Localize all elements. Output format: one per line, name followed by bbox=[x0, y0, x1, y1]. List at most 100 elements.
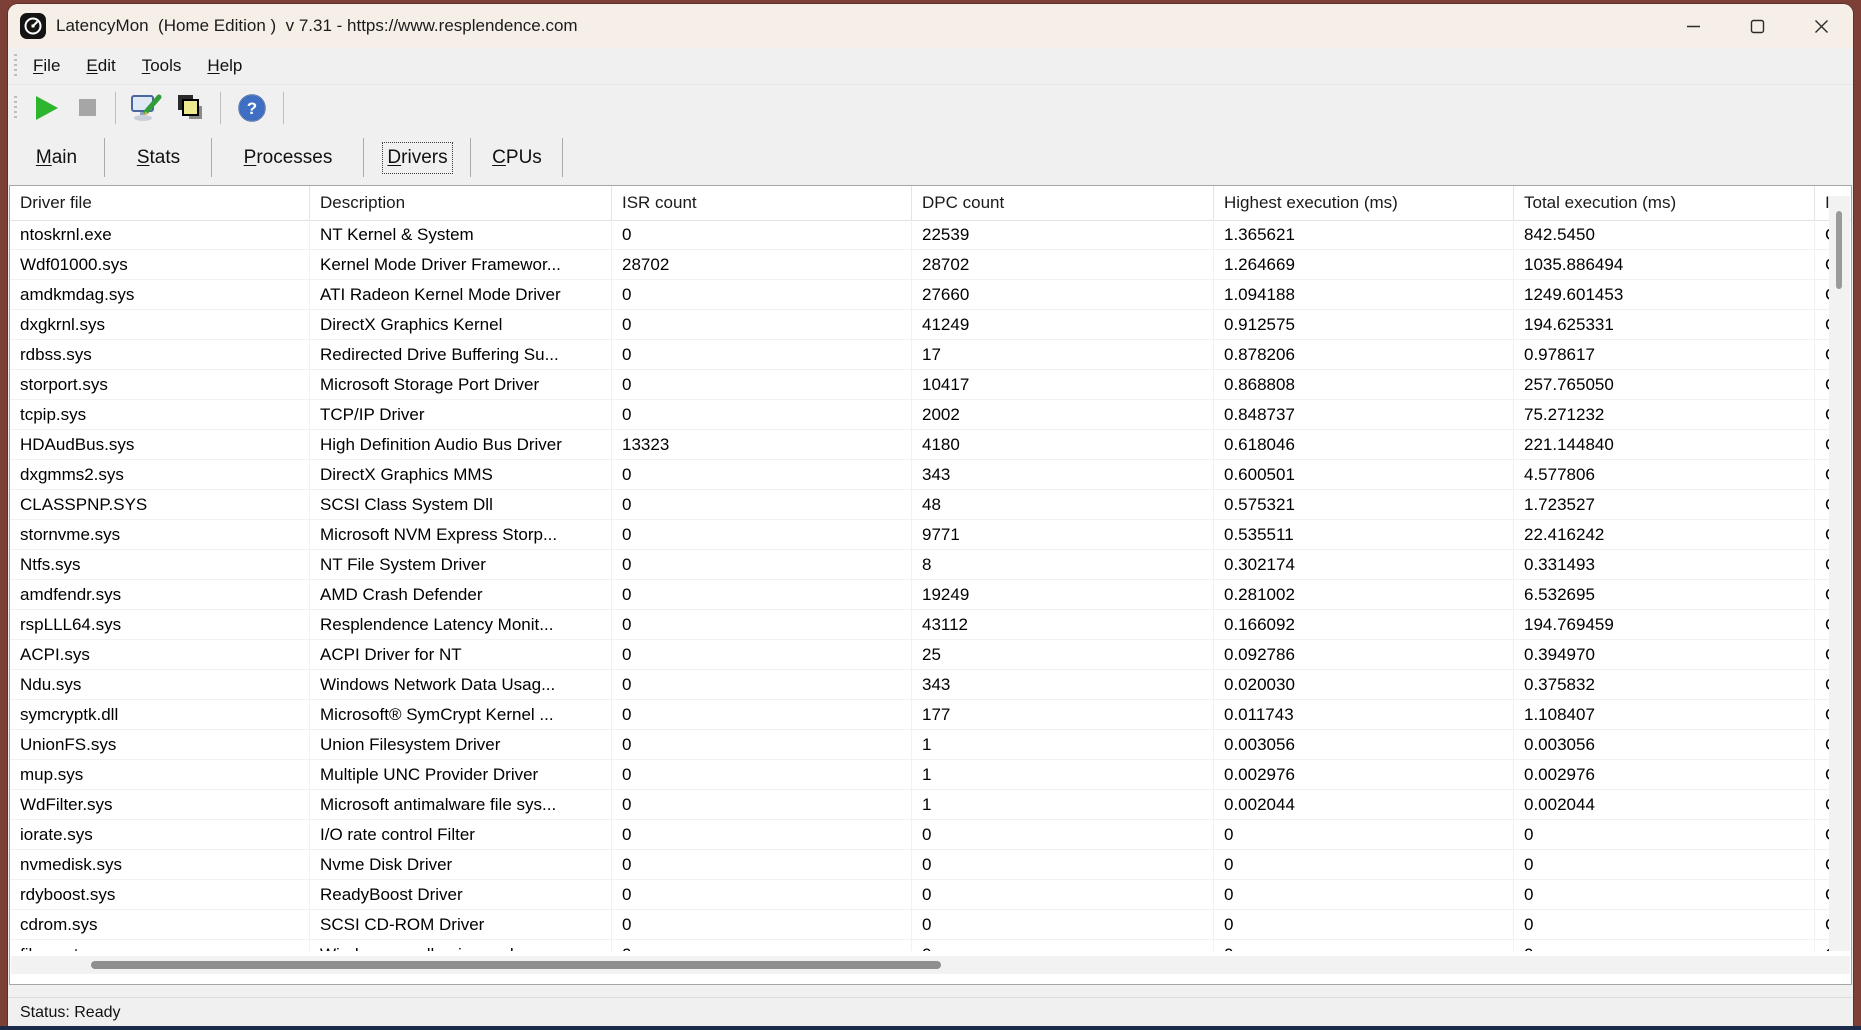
title-bar[interactable]: LatencyMon (Home Edition ) v 7.31 - http… bbox=[8, 4, 1853, 48]
table-row[interactable]: dxgmms2.sysDirectX Graphics MMS03430.600… bbox=[10, 460, 1829, 490]
column-header-dpc-count[interactable]: DPC count bbox=[911, 186, 1213, 220]
table-row[interactable]: filecrypt.sysWindows sandboxing and enc.… bbox=[10, 940, 1829, 951]
cell-driver-file: nvmedisk.sys bbox=[10, 850, 309, 879]
table-row[interactable]: CLASSPNP.SYSSCSI Class System Dll0480.57… bbox=[10, 490, 1829, 520]
cell-clipped-column: C bbox=[1814, 460, 1829, 489]
cell-clipped-column: C bbox=[1814, 730, 1829, 759]
cell-clipped-column: C bbox=[1814, 790, 1829, 819]
cell-clipped-column: C bbox=[1814, 580, 1829, 609]
table-row[interactable]: symcryptk.dllMicrosoft® SymCrypt Kernel … bbox=[10, 700, 1829, 730]
cell-dpc-count: 27660 bbox=[911, 280, 1213, 309]
table-row[interactable]: UnionFS.sysUnion Filesystem Driver010.00… bbox=[10, 730, 1829, 760]
vertical-scrollbar[interactable] bbox=[1829, 196, 1850, 951]
menubar-gripper-handle[interactable] bbox=[14, 54, 17, 78]
menu-item-file[interactable]: File bbox=[23, 56, 70, 76]
menu-item-edit[interactable]: Edit bbox=[76, 56, 125, 76]
table-row[interactable]: Wdf01000.sysKernel Mode Driver Framewor.… bbox=[10, 250, 1829, 280]
cell-highest-execution-ms: 1.094188 bbox=[1213, 280, 1513, 309]
column-header-description[interactable]: Description bbox=[309, 186, 611, 220]
cell-highest-execution-ms: 0 bbox=[1213, 820, 1513, 849]
cell-dpc-count: 0 bbox=[911, 850, 1213, 879]
window-controls bbox=[1661, 4, 1853, 48]
table-row[interactable]: stornvme.sysMicrosoft NVM Express Storp.… bbox=[10, 520, 1829, 550]
tab-label: Drivers bbox=[387, 147, 447, 169]
table-row[interactable]: rspLLL64.sysResplendence Latency Monit..… bbox=[10, 610, 1829, 640]
stop-monitor-button[interactable] bbox=[67, 90, 107, 126]
svg-text:?: ? bbox=[247, 99, 257, 118]
cell-total-execution-ms: 257.765050 bbox=[1513, 370, 1814, 399]
table-row[interactable]: cdrom.sysSCSI CD-ROM Driver0000C bbox=[10, 910, 1829, 940]
table-row[interactable]: nvmedisk.sysNvme Disk Driver0000C bbox=[10, 850, 1829, 880]
cell-driver-file: iorate.sys bbox=[10, 820, 309, 849]
table-row[interactable]: HDAudBus.sysHigh Definition Audio Bus Dr… bbox=[10, 430, 1829, 460]
cell-description: Union Filesystem Driver bbox=[309, 730, 611, 759]
cell-dpc-count: 8 bbox=[911, 550, 1213, 579]
cell-description: I/O rate control Filter bbox=[309, 820, 611, 849]
cell-driver-file: dxgmms2.sys bbox=[10, 460, 309, 489]
table-row[interactable]: WdFilter.sysMicrosoft antimalware file s… bbox=[10, 790, 1829, 820]
column-header-isr-count[interactable]: ISR count bbox=[611, 186, 911, 220]
table-row[interactable]: ntoskrnl.exeNT Kernel & System0225391.36… bbox=[10, 220, 1829, 250]
table-row[interactable]: mup.sysMultiple UNC Provider Driver010.0… bbox=[10, 760, 1829, 790]
horizontal-scrollbar[interactable] bbox=[11, 956, 1850, 974]
cell-isr-count: 0 bbox=[611, 940, 911, 951]
menu-item-help[interactable]: Help bbox=[197, 56, 252, 76]
start-monitor-button[interactable] bbox=[27, 90, 67, 126]
cell-highest-execution-ms: 1.264669 bbox=[1213, 250, 1513, 279]
table-row[interactable]: dxgkrnl.sysDirectX Graphics Kernel041249… bbox=[10, 310, 1829, 340]
table-row[interactable]: tcpip.sysTCP/IP Driver020020.84873775.27… bbox=[10, 400, 1829, 430]
cell-total-execution-ms: 0.978617 bbox=[1513, 340, 1814, 369]
horizontal-scrollbar-thumb[interactable] bbox=[91, 961, 941, 969]
cell-dpc-count: 0 bbox=[911, 940, 1213, 951]
tab-main[interactable]: Main bbox=[8, 130, 105, 185]
toolbar-gripper-handle[interactable] bbox=[14, 96, 17, 120]
cell-description: High Definition Audio Bus Driver bbox=[309, 430, 611, 459]
tab-stats[interactable]: Stats bbox=[105, 130, 212, 185]
cell-description: DirectX Graphics Kernel bbox=[309, 310, 611, 339]
table-row[interactable]: ACPI.sysACPI Driver for NT0250.0927860.3… bbox=[10, 640, 1829, 670]
table-row[interactable]: Ntfs.sysNT File System Driver080.3021740… bbox=[10, 550, 1829, 580]
maximize-button[interactable] bbox=[1725, 4, 1789, 48]
processes-button[interactable] bbox=[168, 90, 212, 126]
table-row[interactable]: iorate.sysI/O rate control Filter0000C bbox=[10, 820, 1829, 850]
column-header-total-execution-ms[interactable]: Total execution (ms) bbox=[1513, 186, 1814, 220]
cell-driver-file: Ntfs.sys bbox=[10, 550, 309, 579]
cell-total-execution-ms: 22.416242 bbox=[1513, 520, 1814, 549]
table-row[interactable]: Ndu.sysWindows Network Data Usag...03430… bbox=[10, 670, 1829, 700]
tab-cpus[interactable]: CPUs bbox=[471, 130, 563, 185]
table-row[interactable]: amdfendr.sysAMD Crash Defender0192490.28… bbox=[10, 580, 1829, 610]
options-button[interactable] bbox=[124, 90, 168, 126]
cell-highest-execution-ms: 0.575321 bbox=[1213, 490, 1513, 519]
window-title: LatencyMon (Home Edition ) v 7.31 - http… bbox=[56, 16, 578, 36]
vertical-scrollbar-thumb[interactable] bbox=[1836, 211, 1842, 289]
cell-isr-count: 0 bbox=[611, 640, 911, 669]
minimize-button[interactable] bbox=[1661, 4, 1725, 48]
tab-drivers[interactable]: Drivers bbox=[364, 130, 471, 185]
table-row[interactable]: rdbss.sysRedirected Drive Buffering Su..… bbox=[10, 340, 1829, 370]
cell-highest-execution-ms: 0.868808 bbox=[1213, 370, 1513, 399]
cell-description: ATI Radeon Kernel Mode Driver bbox=[309, 280, 611, 309]
cell-dpc-count: 17 bbox=[911, 340, 1213, 369]
taskbar-strip bbox=[0, 1026, 1861, 1030]
cell-highest-execution-ms: 0.912575 bbox=[1213, 310, 1513, 339]
tab-processes[interactable]: Processes bbox=[212, 130, 364, 185]
cell-driver-file: ntoskrnl.exe bbox=[10, 220, 309, 249]
table-row[interactable]: storport.sysMicrosoft Storage Port Drive… bbox=[10, 370, 1829, 400]
cell-description: TCP/IP Driver bbox=[309, 400, 611, 429]
cell-driver-file: ACPI.sys bbox=[10, 640, 309, 669]
close-button[interactable] bbox=[1789, 4, 1853, 48]
cell-clipped-column: C bbox=[1814, 610, 1829, 639]
tab-label: Stats bbox=[137, 147, 180, 169]
column-header-highest-execution-ms[interactable]: Highest execution (ms) bbox=[1213, 186, 1513, 220]
cell-total-execution-ms: 0.394970 bbox=[1513, 640, 1814, 669]
cell-dpc-count: 4180 bbox=[911, 430, 1213, 459]
help-button[interactable]: ? bbox=[229, 90, 275, 126]
menu-item-tools[interactable]: Tools bbox=[132, 56, 192, 76]
cell-total-execution-ms: 221.144840 bbox=[1513, 430, 1814, 459]
cell-isr-count: 0 bbox=[611, 400, 911, 429]
column-header-driver-file[interactable]: Driver file bbox=[10, 186, 309, 220]
table-row[interactable]: rdyboost.sysReadyBoost Driver0000C bbox=[10, 880, 1829, 910]
table-row[interactable]: amdkmdag.sysATI Radeon Kernel Mode Drive… bbox=[10, 280, 1829, 310]
cell-isr-count: 0 bbox=[611, 880, 911, 909]
cell-clipped-column: C bbox=[1814, 700, 1829, 729]
